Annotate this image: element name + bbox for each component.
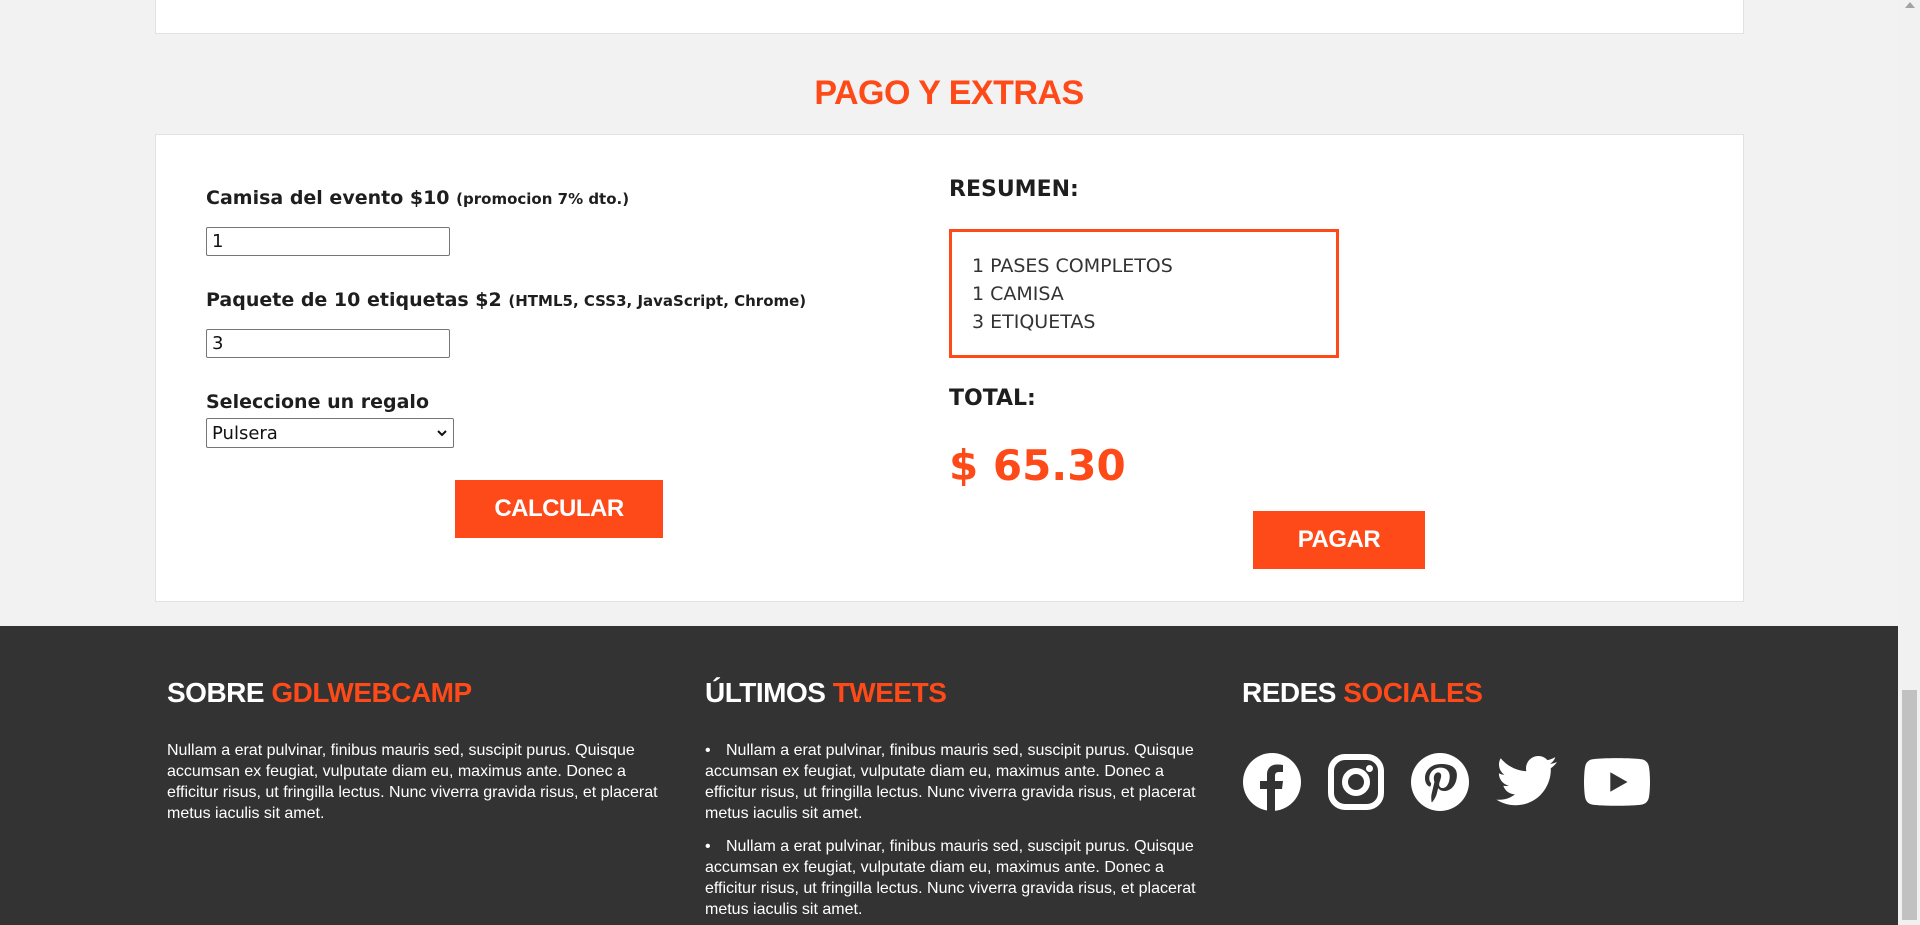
scrollbar[interactable] [1898, 0, 1920, 925]
summary-box: 1 PASES COMPLETOS 1 CAMISA 3 ETIQUETAS [949, 229, 1339, 358]
tweets-title-accent: TWEETS [832, 677, 947, 708]
social-icons [1242, 752, 1650, 812]
twitter-icon[interactable] [1496, 756, 1558, 808]
about-text: Nullam a erat pulvinar, finibus mauris s… [167, 742, 658, 822]
total-label: TOTAL: [949, 386, 1036, 411]
summary-line: 3 ETIQUETAS [972, 311, 1096, 333]
youtube-icon[interactable] [1584, 758, 1650, 806]
social-title-plain: REDES [1242, 677, 1336, 708]
tweets-title: ÚLTIMOS TWEETS [705, 677, 947, 709]
summary-line: 1 PASES COMPLETOS [972, 255, 1173, 277]
total-amount: $ 65.30 [949, 441, 1126, 490]
instagram-icon[interactable] [1328, 754, 1384, 810]
summary-line: 1 CAMISA [972, 283, 1064, 305]
section-title: PAGO Y EXTRAS [814, 74, 1084, 112]
payment-card: Camisa del evento $10 (promocion 7% dto.… [155, 134, 1744, 602]
about-title-plain: SOBRE [167, 677, 265, 708]
previous-section-card [155, 0, 1744, 34]
stickers-label-note: (HTML5, CSS3, JavaScript, Chrome) [508, 292, 807, 310]
scroll-up-icon[interactable] [1905, 2, 1915, 8]
gift-label: Seleccione un regalo [206, 391, 429, 413]
stickers-label: Paquete de 10 etiquetas $2 (HTML5, CSS3,… [206, 289, 806, 311]
shirt-label-text: Camisa del evento $10 [206, 187, 450, 209]
tweets-list: Nullam a erat pulvinar, finibus mauris s… [705, 740, 1205, 925]
about-title: SOBRE GDLWEBCAMP [167, 677, 472, 709]
chevron-down-icon [437, 430, 447, 437]
social-title-accent: SOCIALES [1343, 677, 1483, 708]
shirt-label-note: (promocion 7% dto.) [456, 190, 630, 208]
tweets-title-plain: ÚLTIMOS [705, 677, 826, 708]
stickers-label-text: Paquete de 10 etiquetas $2 [206, 289, 502, 311]
calculate-button[interactable]: CALCULAR [455, 480, 663, 538]
tweet-item: Nullam a erat pulvinar, finibus mauris s… [705, 740, 1205, 824]
shirt-quantity-input[interactable] [206, 227, 450, 256]
tweet-text: Nullam a erat pulvinar, finibus mauris s… [705, 838, 1196, 918]
scrollbar-thumb[interactable] [1902, 690, 1917, 920]
about-title-accent: GDLWEBCAMP [271, 677, 472, 708]
gift-select[interactable]: Pulsera [206, 418, 454, 448]
tweet-item: Nullam a erat pulvinar, finibus mauris s… [705, 836, 1205, 920]
tweet-text: Nullam a erat pulvinar, finibus mauris s… [705, 742, 1196, 822]
pinterest-icon[interactable] [1410, 752, 1470, 812]
stickers-quantity-input[interactable] [206, 329, 450, 358]
gift-selected-value: Pulsera [212, 422, 278, 444]
shirt-label: Camisa del evento $10 (promocion 7% dto.… [206, 187, 629, 209]
social-title: REDES SOCIALES [1242, 677, 1483, 709]
pay-button[interactable]: PAGAR [1253, 511, 1425, 569]
summary-title: RESUMEN: [949, 177, 1079, 202]
facebook-icon[interactable] [1242, 752, 1302, 812]
